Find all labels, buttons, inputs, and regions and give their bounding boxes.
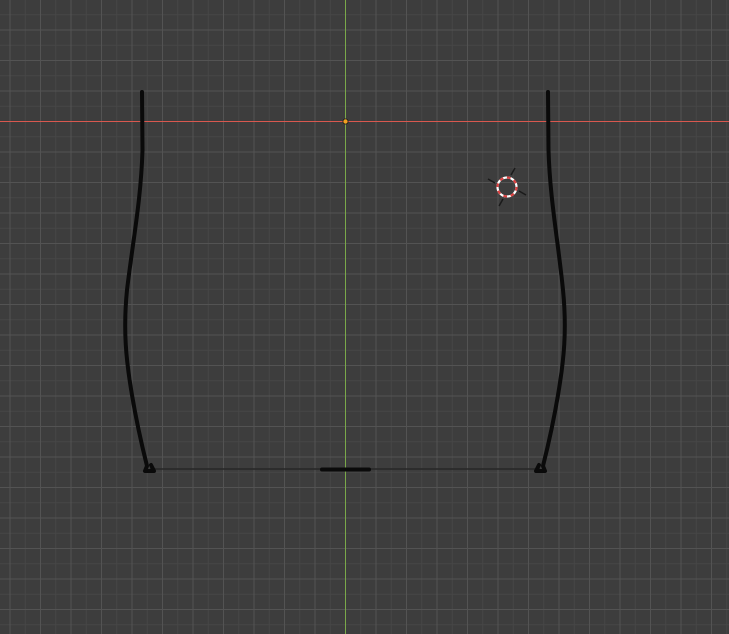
origin-point bbox=[342, 118, 349, 125]
3d-viewport[interactable] bbox=[0, 0, 729, 634]
viewport-canvas[interactable] bbox=[0, 0, 729, 634]
